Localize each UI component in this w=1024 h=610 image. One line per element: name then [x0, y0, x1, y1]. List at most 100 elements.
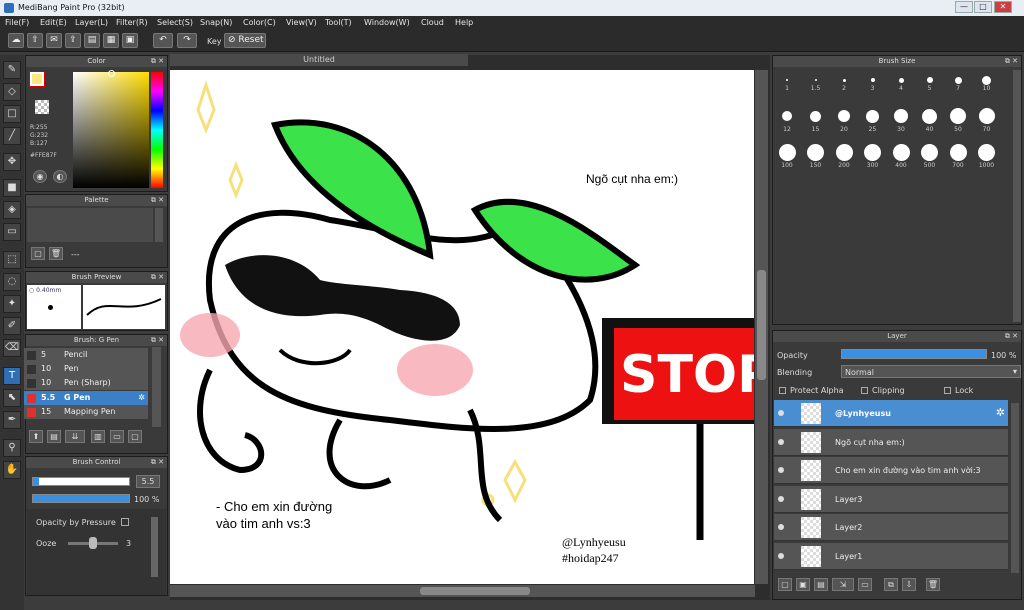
- new-palette-icon[interactable]: ▢: [31, 247, 45, 260]
- select-tool-icon[interactable]: ⬚: [3, 251, 21, 269]
- panel-menu-icon[interactable]: ⧉ ✕: [151, 272, 164, 283]
- menu-select[interactable]: Select(S): [157, 18, 193, 27]
- layout-icon[interactable]: ▣: [122, 33, 138, 48]
- select-eraser-icon[interactable]: ⌫: [3, 339, 21, 357]
- brush-import-icon[interactable]: ⇊: [65, 430, 85, 443]
- upload-icon[interactable]: ⇧: [27, 33, 43, 48]
- brush-size-dot[interactable]: [807, 143, 824, 161]
- divide-tool-icon[interactable]: ✒: [3, 411, 21, 429]
- lock-checkbox[interactable]: [944, 387, 951, 394]
- layer-row[interactable]: Layer3: [774, 485, 1008, 513]
- brush-size-dot[interactable]: [921, 143, 938, 161]
- canvas-vscroll[interactable]: [755, 70, 768, 584]
- brush-size-dot[interactable]: [778, 143, 796, 161]
- merge-layer-icon[interactable]: ⇩: [902, 578, 916, 591]
- hue-slider[interactable]: [151, 72, 163, 188]
- color-picker-cursor[interactable]: [108, 70, 115, 77]
- new-8bit-layer-icon[interactable]: ▤: [814, 578, 828, 591]
- color-wheel-icon[interactable]: ◉: [33, 170, 47, 183]
- brush-size-dot[interactable]: [922, 108, 937, 124]
- operation-tool-icon[interactable]: ⬉: [3, 389, 21, 407]
- gradient-tool-icon[interactable]: ▭: [3, 223, 21, 241]
- new-halftone-layer-icon[interactable]: ▣: [796, 578, 810, 591]
- brush-copy-icon[interactable]: ▤: [47, 430, 61, 443]
- background-color-swatch[interactable]: [35, 100, 49, 114]
- undo-icon[interactable]: ↶: [153, 33, 173, 48]
- layer-folder-icon[interactable]: ▭: [858, 578, 872, 591]
- line-tool-icon[interactable]: ╱: [3, 127, 21, 145]
- protect-alpha-checkbox[interactable]: [779, 387, 786, 394]
- cloud-icon[interactable]: ☁: [8, 33, 24, 48]
- eye-icon[interactable]: [778, 410, 784, 416]
- brush-size-dot[interactable]: [864, 143, 881, 161]
- select-pen-icon[interactable]: ✐: [3, 317, 21, 335]
- lasso-tool-icon[interactable]: ◌: [3, 273, 21, 291]
- eye-icon[interactable]: [778, 524, 784, 531]
- move-tool-icon[interactable]: ✥: [3, 153, 21, 171]
- panel-menu-icon[interactable]: ⧉ ✕: [151, 335, 164, 346]
- maximize-button[interactable]: □: [974, 1, 992, 13]
- brush-tool-icon[interactable]: ✎: [3, 61, 21, 79]
- ooze-slider-thumb[interactable]: [89, 537, 97, 549]
- eye-icon[interactable]: [778, 553, 784, 559]
- brush-folder-icon[interactable]: ▭: [110, 430, 124, 443]
- layer-opacity-slider[interactable]: [841, 349, 987, 359]
- magic-wand-icon[interactable]: ✦: [3, 295, 21, 313]
- panel-menu-icon[interactable]: ⧉ ✕: [151, 457, 164, 468]
- clipping-checkbox[interactable]: [861, 387, 868, 394]
- eye-icon[interactable]: [778, 467, 784, 474]
- eraser-tool-icon[interactable]: ◇: [3, 83, 21, 101]
- delete-palette-icon[interactable]: 🗑: [49, 247, 63, 260]
- menu-file[interactable]: File(F): [5, 18, 29, 27]
- layer-row[interactable]: Cho em xin đường vào tim anh vời:3: [774, 457, 1008, 485]
- eye-icon[interactable]: [778, 438, 784, 445]
- brush-size-dot[interactable]: [982, 75, 991, 85]
- brush-size-value[interactable]: 5.5: [136, 475, 160, 488]
- color-palette-icon[interactable]: ◐: [53, 170, 67, 183]
- brush-item[interactable]: 10 Pen: [24, 362, 148, 377]
- brush-list-scrollbar[interactable]: [152, 347, 161, 427]
- brush-size-scrollbar[interactable]: [1013, 70, 1021, 322]
- layer-row[interactable]: Layer1: [774, 543, 1008, 570]
- eyedropper-icon[interactable]: ⚲: [3, 439, 21, 457]
- blending-select[interactable]: Normal ▾: [841, 365, 1021, 378]
- menu-view[interactable]: View(V): [286, 18, 317, 27]
- brush-size-dot[interactable]: [786, 79, 788, 81]
- menu-filter[interactable]: Filter(R): [116, 18, 148, 27]
- layer-add-menu-icon[interactable]: ⇲: [832, 578, 854, 591]
- panel-menu-icon[interactable]: ⧉ ✕: [151, 195, 164, 206]
- layer-row[interactable]: @Lynhyeusu ✲: [774, 400, 1008, 427]
- brush-size-dot[interactable]: [810, 110, 821, 122]
- brush-size-dot[interactable]: [835, 143, 853, 161]
- brush-size-dot[interactable]: [870, 78, 875, 82]
- grid-icon[interactable]: ▦: [103, 33, 119, 48]
- brush-size-dot[interactable]: [954, 76, 962, 84]
- layer-row[interactable]: Ngõ cụt nha em:): [774, 428, 1008, 456]
- brush-size-dot[interactable]: [838, 110, 850, 122]
- brush-size-dot[interactable]: [842, 78, 846, 82]
- brush-size-dot[interactable]: [978, 108, 995, 124]
- text-tool-icon[interactable]: T: [3, 367, 21, 385]
- brush-size-dot[interactable]: [866, 109, 879, 123]
- panel-menu-icon[interactable]: ⧉ ✕: [1005, 56, 1018, 67]
- close-button[interactable]: ✕: [994, 1, 1012, 13]
- comment-icon[interactable]: ✉: [46, 33, 62, 48]
- brush-opacity-slider[interactable]: [32, 494, 130, 503]
- gear-icon[interactable]: ✲: [996, 406, 1005, 419]
- brush-size-dot[interactable]: [898, 77, 904, 83]
- brush-control-scrollbar[interactable]: [151, 517, 158, 577]
- brush-size-dot[interactable]: [926, 77, 933, 83]
- minimize-button[interactable]: —: [955, 1, 973, 13]
- brush-size-dot[interactable]: [814, 79, 817, 81]
- opacity-pressure-checkbox[interactable]: [121, 518, 129, 526]
- brush-size-dot[interactable]: [782, 111, 792, 121]
- canvas-tab[interactable]: Untitled: [170, 54, 468, 66]
- dot-tool-icon[interactable]: □: [3, 105, 21, 123]
- reset-button[interactable]: ⊘ Reset: [224, 33, 266, 48]
- menu-cloud[interactable]: Cloud: [421, 18, 444, 27]
- brush-item[interactable]: 5 Pencil: [24, 348, 148, 362]
- layer-scrollbar[interactable]: [1011, 403, 1019, 573]
- drawing-canvas[interactable]: STOP Ngõ cụt nha em:) - Cho em xin đường…: [170, 70, 754, 584]
- menu-window[interactable]: Window(W): [364, 18, 410, 27]
- duplicate-layer-icon[interactable]: ⧉: [884, 578, 898, 591]
